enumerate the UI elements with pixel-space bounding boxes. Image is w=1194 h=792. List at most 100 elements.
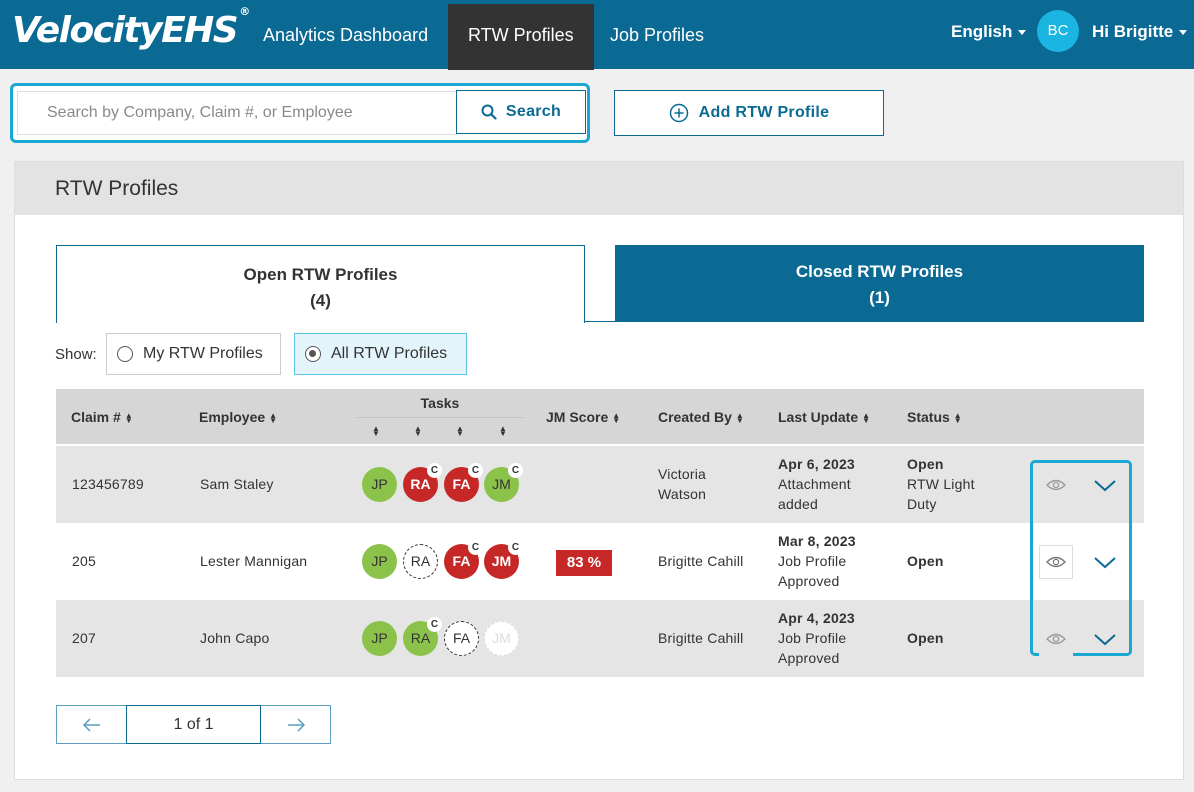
view-button[interactable] — [1039, 468, 1073, 502]
show-label: Show: — [55, 346, 97, 363]
jm-score-badge: 83 % — [556, 550, 612, 576]
search-button[interactable]: Search — [456, 90, 586, 134]
nav-rtw-profiles[interactable]: RTW Profiles — [448, 4, 594, 70]
sort-icon — [269, 413, 277, 423]
completed-badge: C — [468, 463, 483, 478]
eye-icon — [1046, 633, 1066, 645]
page-indicator: 1 of 1 — [126, 705, 261, 744]
eye-icon — [1046, 479, 1066, 491]
completed-badge: C — [508, 463, 523, 478]
radio-icon — [117, 346, 133, 362]
nav-analytics-dashboard[interactable]: Analytics Dashboard — [243, 4, 448, 70]
prev-page-button[interactable] — [57, 706, 127, 743]
user-menu[interactable]: Hi Brigitte — [1092, 22, 1188, 42]
task-ra[interactable]: RA C — [403, 463, 442, 502]
claim-number: 205 — [72, 553, 96, 569]
language-dropdown[interactable]: English — [951, 22, 1027, 42]
col-created-by[interactable]: Created By — [658, 409, 744, 425]
task-jm[interactable]: JM C — [484, 540, 523, 579]
chevron-down-icon — [1018, 30, 1027, 36]
completed-badge: C — [427, 617, 442, 632]
filter-all-label: All RTW Profiles — [331, 345, 448, 362]
col-status[interactable]: Status — [907, 409, 962, 425]
add-rtw-profile-label: Add RTW Profile — [698, 104, 830, 121]
tab-closed-rtw-profiles[interactable]: Closed RTW Profiles (1) — [615, 245, 1144, 322]
search-bar: Search — [10, 83, 590, 143]
sort-icon[interactable]: ▲ ▼ — [414, 425, 422, 438]
col-jm-score[interactable]: JM Score — [546, 409, 620, 425]
tab-closed-label: Closed RTW Profiles — [795, 262, 964, 281]
velocityehs-logo[interactable]: VelocityEHS ® — [12, 5, 250, 51]
filter-my-label: My RTW Profiles — [143, 345, 263, 362]
task-jp[interactable]: JP — [362, 467, 397, 502]
task-jp[interactable]: JP — [362, 544, 397, 579]
tab-open-rtw-profiles[interactable]: Open RTW Profiles (4) — [56, 245, 585, 323]
sort-icon — [954, 413, 962, 423]
search-icon — [481, 104, 497, 120]
nav-job-profiles[interactable]: Job Profiles — [590, 4, 724, 70]
task-jp[interactable]: JP — [362, 621, 397, 656]
search-input[interactable] — [17, 91, 457, 135]
status: Open — [907, 630, 944, 646]
task-fa[interactable]: FA C — [444, 540, 483, 579]
tab-open-label: Open RTW Profiles — [243, 265, 398, 284]
table-row: 123456789 Sam Staley JP RA C FA C JM C Vict… — [56, 446, 1144, 523]
created-by: Brigitte Cahill — [658, 553, 744, 569]
task-jm[interactable]: JM C — [484, 463, 523, 502]
created-by: Victoria Watson — [658, 466, 707, 502]
created-by: Brigitte Cahill — [658, 630, 744, 646]
task-ra[interactable]: RA — [403, 544, 438, 579]
sort-icon[interactable]: ▲ ▼ — [456, 425, 464, 438]
last-update: Apr 6, 2023 Attachment added — [778, 456, 855, 512]
filter-all-rtw-profiles[interactable]: All RTW Profiles — [294, 333, 467, 375]
task-fa[interactable]: FA C — [444, 463, 483, 502]
task-ra[interactable]: RA C — [403, 617, 442, 656]
view-button[interactable] — [1039, 622, 1073, 656]
completed-badge: C — [508, 540, 523, 555]
panel-header: RTW Profiles — [15, 162, 1183, 215]
page-title: RTW Profiles — [55, 177, 179, 200]
table-row: 205 Lester Mannigan JP RA FA C JM C 83 % B… — [56, 523, 1144, 600]
status: Open RTW Light Duty — [907, 456, 975, 512]
avatar[interactable]: BC — [1037, 10, 1079, 52]
sort-icon — [125, 413, 133, 423]
tab-closed-count: (1) — [869, 288, 890, 307]
rtw-profiles-panel: RTW Profiles Open RTW Profiles (4) Close… — [14, 161, 1184, 780]
add-rtw-profile-button[interactable]: Add RTW Profile — [614, 90, 884, 136]
arrow-left-icon — [82, 717, 100, 732]
completed-badge: C — [468, 540, 483, 555]
col-tasks: Tasks — [356, 395, 524, 418]
tab-divider — [584, 321, 616, 322]
chevron-down-icon — [1179, 30, 1188, 36]
sort-icon — [612, 413, 620, 423]
last-update: Mar 8, 2023 Job Profile Approved — [778, 533, 856, 589]
eye-icon — [1046, 556, 1066, 568]
status: Open — [907, 553, 944, 569]
sort-icon — [736, 413, 744, 423]
col-employee[interactable]: Employee — [199, 409, 277, 425]
radio-selected-icon — [305, 346, 321, 362]
chevron-down-icon[interactable] — [1093, 556, 1117, 570]
sort-icon[interactable]: ▲ ▼ — [499, 425, 507, 438]
view-button[interactable] — [1039, 545, 1073, 579]
top-navbar: VelocityEHS ® Analytics Dashboard RTW Pro… — [0, 0, 1194, 70]
chevron-down-icon[interactable] — [1093, 633, 1117, 647]
completed-badge: C — [427, 463, 442, 478]
chevron-down-icon[interactable] — [1093, 479, 1117, 493]
tab-open-count: (4) — [310, 291, 331, 310]
sort-icon — [862, 413, 870, 423]
task-fa[interactable]: FA — [444, 621, 479, 656]
next-page-button[interactable] — [261, 706, 331, 743]
claim-number: 123456789 — [72, 476, 144, 492]
claim-number: 207 — [72, 630, 96, 646]
employee-name: John Capo — [200, 630, 270, 646]
col-last-update[interactable]: Last Update — [778, 409, 870, 425]
col-claim[interactable]: Claim # — [71, 409, 133, 425]
arrow-right-icon — [288, 717, 306, 732]
table-header: Claim # Employee Tasks ▲▼ ▲▼ ▲▼ ▲▼ JM Sc… — [56, 389, 1144, 444]
filter-my-rtw-profiles[interactable]: My RTW Profiles — [106, 333, 281, 375]
sort-icon[interactable]: ▲ ▼ — [372, 425, 380, 438]
pagination: 1 of 1 — [56, 705, 331, 744]
task-jm: JM — [484, 621, 519, 656]
employee-name: Sam Staley — [200, 476, 274, 492]
